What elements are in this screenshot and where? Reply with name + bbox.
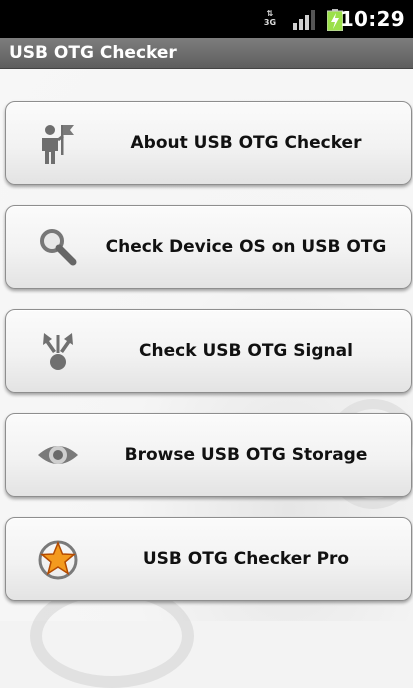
check-usb-signal-button[interactable]: Check USB OTG Signal — [5, 309, 412, 393]
main-content: About USB OTG Checker Check Device OS on… — [0, 69, 413, 688]
app-title-bar: USB OTG Checker — [0, 38, 413, 69]
person-flag-icon — [42, 125, 74, 164]
status-clock: 10:29 — [339, 7, 405, 31]
usb-signal-icon — [43, 333, 73, 370]
star-icon — [38, 540, 78, 580]
check-device-os-label: Check Device OS on USB OTG — [105, 237, 387, 257]
check-device-os-button[interactable]: Check Device OS on USB OTG — [5, 205, 412, 289]
signal-strength-icon — [293, 10, 315, 30]
magnifier-icon — [40, 229, 77, 266]
app-title: USB OTG Checker — [9, 43, 177, 63]
browse-storage-label: Browse USB OTG Storage — [124, 445, 368, 465]
browse-storage-button[interactable]: Browse USB OTG Storage — [5, 413, 412, 497]
about-button-label: About USB OTG Checker — [130, 133, 362, 153]
pro-version-label: USB OTG Checker Pro — [142, 549, 350, 569]
network-type-icon: ⇅ 3G — [263, 9, 277, 27]
about-button[interactable]: About USB OTG Checker — [5, 101, 412, 185]
eye-icon — [38, 446, 78, 464]
check-usb-signal-label: Check USB OTG Signal — [139, 341, 353, 361]
pro-version-button[interactable]: USB OTG Checker Pro — [5, 517, 412, 601]
status-bar: ⇅ 3G 10:29 — [0, 0, 413, 38]
